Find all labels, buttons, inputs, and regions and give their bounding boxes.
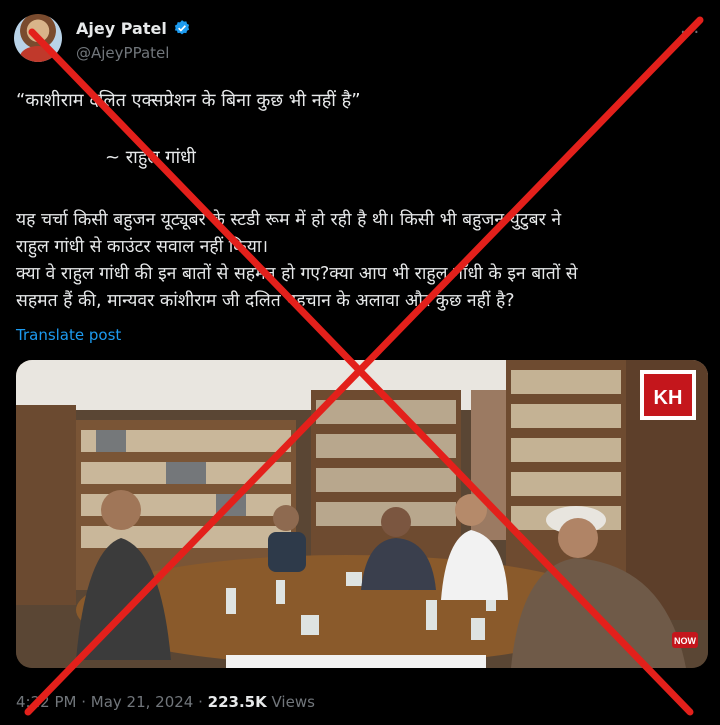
display-name[interactable]: Ajey Patel [76,19,167,38]
channel-logo-text: KH [654,387,683,409]
verified-badge-icon [174,20,190,35]
tweet-body-line: सहमत हैं की, मान्यवर कांशीराम जी दलित पह… [16,291,515,311]
tweet-quote: “काशीराम दलित एक्सप्रेशन के बिना कुछ भी … [16,90,361,111]
avatar[interactable] [14,14,62,62]
tweet-quote-author: ~ राहुल गांधी [105,147,196,168]
tweet-meta: 4:22 PM · May 21, 2024 · 223.5K Views [16,693,315,711]
views-count: 223.5K [207,693,267,711]
tweet-media-video[interactable]: KH NOW [16,360,708,668]
more-options-button[interactable]: ··· [680,22,700,43]
live-badge-text: NOW [674,636,697,646]
views-label: Views [266,693,315,711]
channel-logo: KH [640,370,696,420]
tweet-body-line: क्या वे राहुल गांधी की इन बातों से सहमत … [16,264,578,284]
tweet-body-line: राहुल गांधी से काउंटर सवाल नहीं किया। [16,237,269,257]
user-handle[interactable]: @AjeyPPatel [76,44,169,62]
post-time[interactable]: 4:22 PM [16,693,76,711]
tweet-body-line: यह चर्चा किसी बहुजन यूट्यूबर के स्टडी रू… [16,210,562,230]
separator: · [193,693,208,711]
separator: · [76,693,91,711]
media-scene: KH NOW [16,360,708,668]
translate-post-link[interactable]: Translate post [16,326,121,344]
tweet-body: यह चर्चा किसी बहुजन यूट्यूबर के स्टडी रू… [16,207,716,315]
live-badge: NOW [672,632,698,648]
post-date[interactable]: May 21, 2024 [91,693,194,711]
lower-third-bar [226,655,486,668]
avatar-shirt [20,46,56,62]
